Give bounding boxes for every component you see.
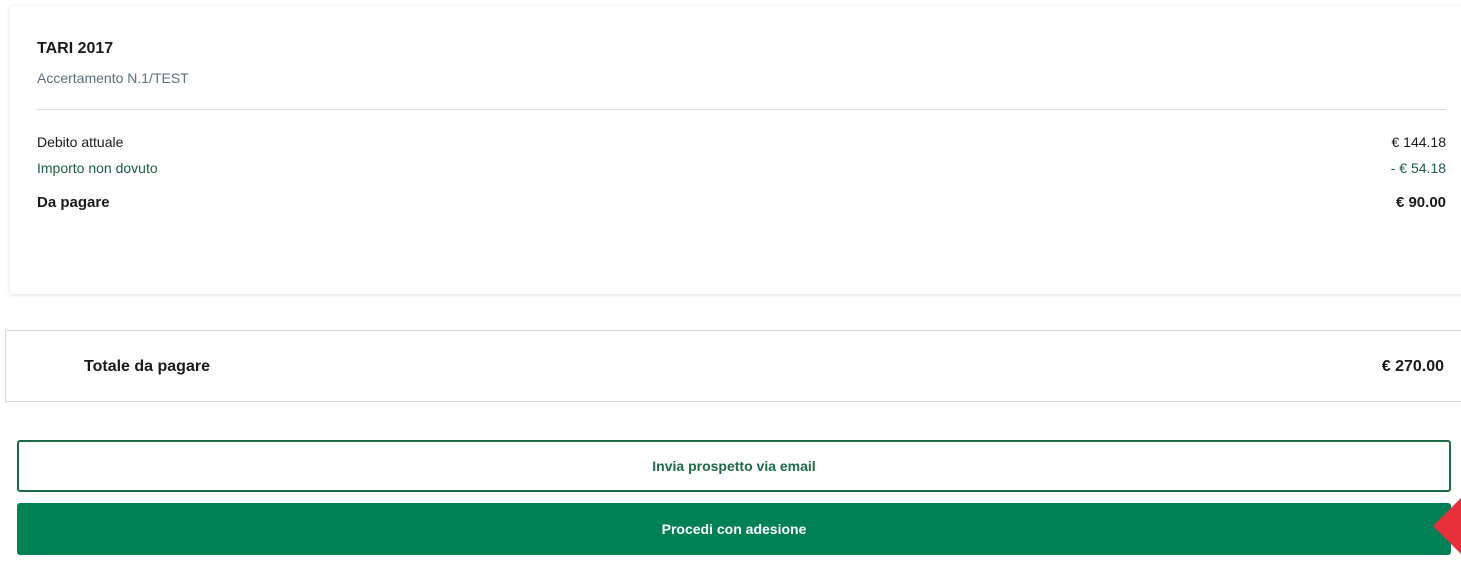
row-value: - € 54.18 xyxy=(1390,160,1446,176)
row-debito-attuale: Debito attuale € 144.18 xyxy=(37,134,1446,150)
card-divider xyxy=(37,109,1446,110)
proceed-button[interactable]: Procedi con adesione xyxy=(17,503,1451,555)
payment-summary-page: TARI 2017 Accertamento N.1/TEST Debito a… xyxy=(0,0,1461,578)
send-email-button[interactable]: Invia prospetto via email xyxy=(17,440,1451,492)
total-label: Totale da pagare xyxy=(84,358,210,375)
card-subtitle: Accertamento N.1/TEST xyxy=(37,70,189,86)
total-box: Totale da pagare € 270.00 xyxy=(5,330,1461,402)
card-title: TARI 2017 xyxy=(37,40,114,57)
row-value: € 144.18 xyxy=(1391,134,1447,150)
row-value: € 90.00 xyxy=(1395,194,1446,211)
row-label: Importo non dovuto xyxy=(37,160,158,176)
row-da-pagare: Da pagare € 90.00 xyxy=(37,194,1446,211)
row-label: Debito attuale xyxy=(37,134,124,150)
row-importo-non-dovuto: Importo non dovuto - € 54.18 xyxy=(37,160,1446,176)
red-pointer-arrow-icon xyxy=(1433,498,1461,554)
tax-summary-card: TARI 2017 Accertamento N.1/TEST Debito a… xyxy=(10,6,1461,294)
total-value: € 270.00 xyxy=(1381,358,1444,375)
row-label: Da pagare xyxy=(37,194,110,211)
